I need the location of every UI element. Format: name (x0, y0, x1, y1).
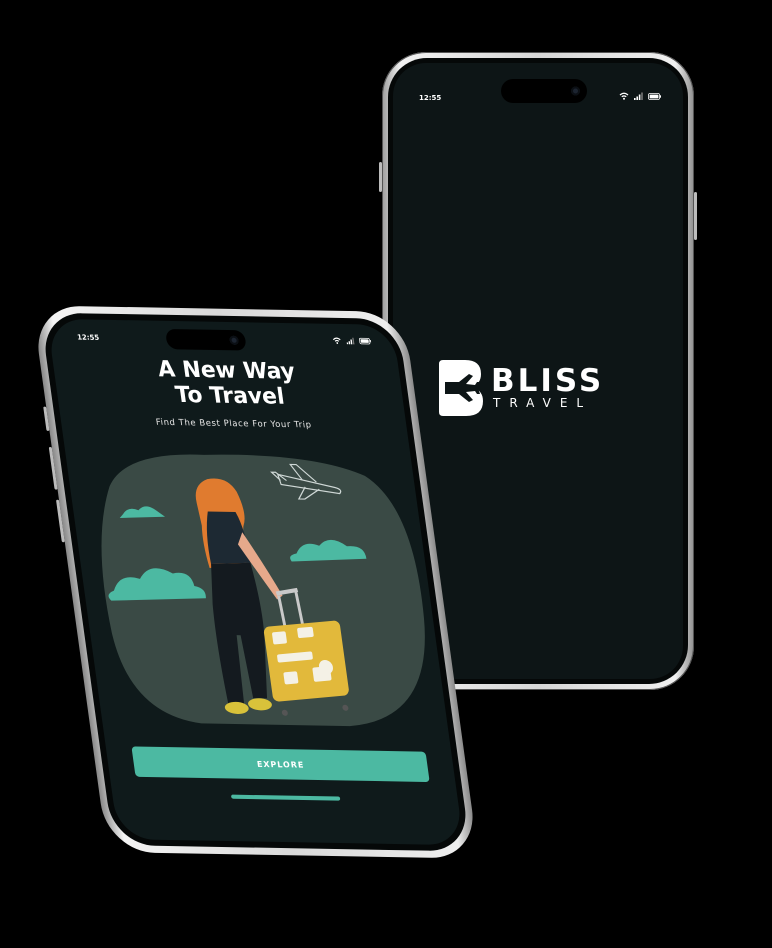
power-button (694, 192, 697, 240)
mute-switch (43, 406, 50, 431)
bliss-logo-mark-icon (439, 360, 483, 416)
brand-name: BLISS (491, 363, 605, 399)
hero-subtitle: Find The Best Place For Your Trip (155, 417, 313, 431)
wifi-icon (619, 92, 629, 100)
onboarding-screen: 12:55 A New Way To Travel Find The Best … (46, 318, 465, 846)
brand-subtitle: TRAVEL (493, 396, 593, 410)
status-icons (619, 92, 661, 100)
status-time: 12:55 (76, 333, 100, 342)
dynamic-island (501, 79, 587, 103)
cellular-signal-icon (346, 337, 355, 345)
camera-icon (229, 335, 240, 345)
phone-frame: 12:55 A New Way To Travel Find The Best … (32, 305, 479, 859)
dynamic-island (164, 328, 247, 351)
status-icons (332, 337, 372, 345)
hero-title: A New Way To Travel (52, 355, 405, 412)
battery-icon (359, 337, 372, 345)
camera-icon (571, 86, 580, 96)
home-indicator (230, 794, 340, 801)
bliss-travel-logo: BLISS TRAVEL (439, 360, 604, 416)
cellular-signal-icon (634, 92, 643, 100)
volume-down-button (55, 499, 65, 543)
volume-up-button (48, 447, 58, 490)
volume-button (379, 162, 382, 192)
wifi-icon (332, 337, 341, 344)
brand-text: BLISS TRAVEL (491, 363, 605, 411)
onboarding-phone: 12:55 A New Way To Travel Find The Best … (32, 305, 479, 859)
hero-title-line2: To Travel (173, 382, 287, 410)
explore-button[interactable]: EXPLORE (131, 746, 430, 783)
battery-icon (648, 93, 661, 100)
woman-with-suitcase-illustration (101, 454, 425, 727)
status-time: 12:55 (419, 94, 442, 102)
